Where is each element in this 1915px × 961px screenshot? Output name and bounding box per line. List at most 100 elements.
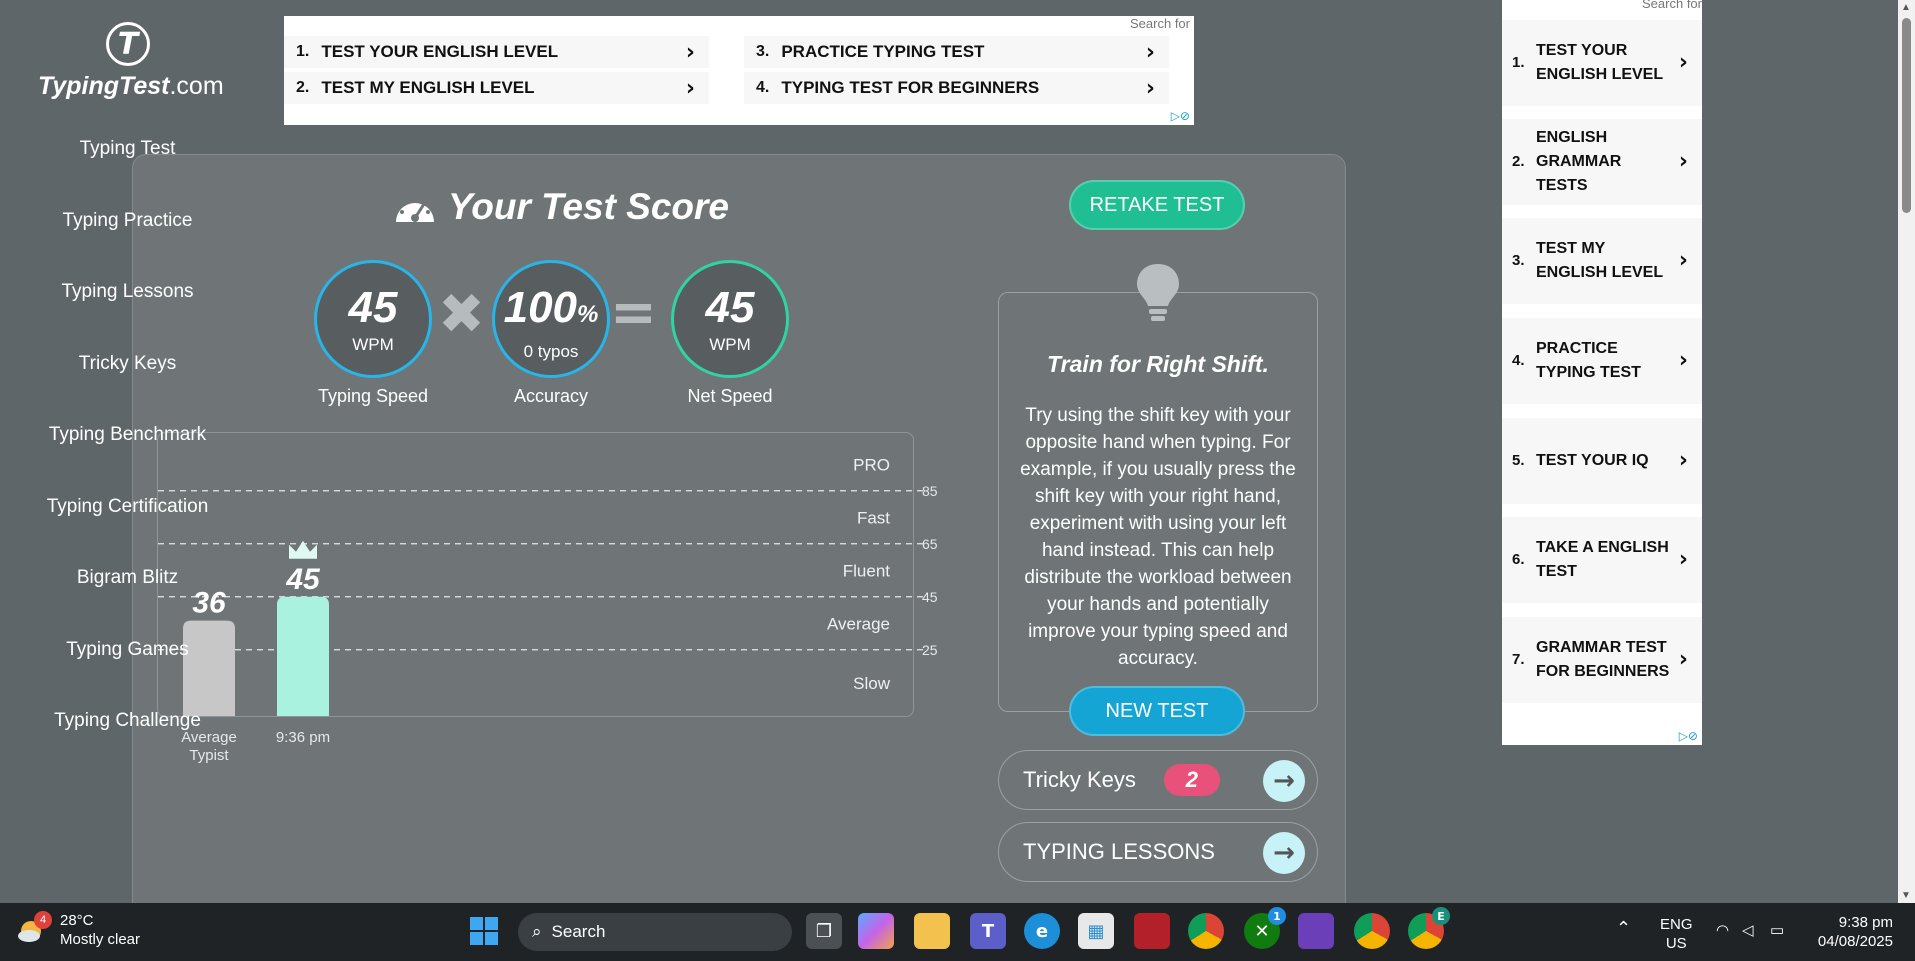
- sidebar-item-typing-certification[interactable]: Typing Certification: [0, 496, 255, 568]
- times-icon: ✖: [438, 282, 485, 347]
- logo-text: TypingTest.com: [38, 72, 224, 100]
- taskbar-search-input[interactable]: ⌕ Search: [518, 913, 792, 951]
- task-view-icon[interactable]: ❐: [806, 913, 842, 949]
- sidebar-item-tricky-keys[interactable]: Tricky Keys: [0, 353, 255, 425]
- sidebar-item-typing-lessons[interactable]: Typing Lessons: [0, 281, 255, 353]
- sidebar-item-typing-challenge[interactable]: Typing Challenge: [0, 710, 255, 782]
- new-test-button[interactable]: NEW TEST: [1069, 686, 1245, 736]
- ad-search-label: Search for: [1642, 0, 1702, 11]
- net-speed-label: Net Speed: [687, 386, 773, 406]
- tip-title: Train for Right Shift.: [1047, 351, 1269, 377]
- net-speed-unit: WPM: [709, 335, 751, 354]
- typing-speed-circle: 45 WPM: [314, 260, 432, 378]
- weather-desc: Mostly clear: [60, 931, 141, 948]
- chevron-up-icon[interactable]: ⌃: [1616, 919, 1631, 938]
- lightbulb-icon: [1137, 264, 1179, 321]
- xbox-notification-badge: 1: [1268, 907, 1286, 925]
- ad-link[interactable]: 4. PRACTICE TYPING TEST ›: [1502, 318, 1702, 404]
- chevron-right-icon: ›: [685, 75, 695, 101]
- taskbar-search-placeholder: Search: [551, 922, 606, 941]
- weather-temp: 28°C: [60, 912, 94, 929]
- ad-link[interactable]: 5. TEST YOUR IQ ›: [1502, 418, 1702, 504]
- search-icon: ⌕: [532, 922, 542, 941]
- weather-alert-badge: 4: [34, 911, 52, 929]
- chevron-right-icon: ›: [1678, 348, 1688, 373]
- typing-speed-label: Typing Speed: [317, 386, 429, 406]
- scroll-up-icon[interactable]: ▲: [1901, 2, 1911, 13]
- file-explorer-icon[interactable]: [914, 913, 950, 949]
- ad-link[interactable]: 2. TEST MY ENGLISH LEVEL ›: [284, 72, 709, 104]
- typing-lessons-label: TYPING LESSONS: [1023, 839, 1215, 864]
- chevron-right-icon: ›: [1678, 149, 1688, 174]
- weather-icon: 4: [16, 911, 52, 947]
- right-ad-banner: Search for 1. TEST YOUR ENGLISH LEVEL › 2.…: [1502, 0, 1702, 745]
- accuracy-unit: %: [577, 301, 599, 328]
- ad-search-label: Search for: [1130, 16, 1190, 31]
- app-icon[interactable]: [1298, 913, 1334, 949]
- sidebar-item-typing-test[interactable]: Typing Test: [0, 138, 255, 210]
- chrome-icon[interactable]: [1188, 913, 1224, 949]
- ad-link[interactable]: 6. TAKE A ENGLISH TEST ›: [1502, 517, 1702, 603]
- retake-test-button[interactable]: RETAKE TEST: [1069, 180, 1245, 230]
- ad-link[interactable]: 3. PRACTICE TYPING TEST ›: [744, 36, 1169, 68]
- sidebar-nav: Typing Test Typing Practice Typing Lesso…: [0, 138, 255, 782]
- store-icon[interactable]: ▦: [1078, 913, 1114, 949]
- arrow-right-icon[interactable]: →: [1263, 760, 1305, 802]
- chevron-right-icon: ›: [1678, 547, 1688, 572]
- wifi-icon[interactable]: ◠: [1716, 921, 1729, 940]
- ad-link[interactable]: 2. ENGLISH GRAMMAR TESTS ›: [1502, 119, 1702, 205]
- tricky-keys-count-badge: 2: [1163, 764, 1220, 796]
- arrow-right-icon[interactable]: →: [1263, 832, 1305, 874]
- teams-icon[interactable]: T: [970, 913, 1006, 949]
- chrome-icon[interactable]: [1354, 913, 1390, 949]
- windows-start-icon[interactable]: [466, 913, 502, 949]
- chevron-right-icon: ›: [1678, 647, 1688, 672]
- typing-speed-unit: WPM: [352, 335, 394, 354]
- logo-mark-icon: T: [106, 22, 150, 66]
- chevron-right-icon: ›: [685, 39, 695, 65]
- tip-text: Try using the shift key with your opposi…: [1020, 405, 1296, 669]
- typing-lessons-link[interactable]: TYPING LESSONS →: [998, 822, 1318, 882]
- net-speed-value: 45: [705, 283, 755, 332]
- site-logo[interactable]: T TypingTest.com: [38, 22, 224, 101]
- page-title: Your Test Score: [392, 186, 729, 228]
- language-indicator[interactable]: ENG US: [1660, 915, 1693, 953]
- speedometer-icon: [396, 196, 434, 222]
- ad-link[interactable]: 3. TEST MY ENGLISH LEVEL ›: [1502, 218, 1702, 304]
- chrome-profile-icon[interactable]: E: [1408, 907, 1450, 949]
- sidebar-item-bigram-blitz[interactable]: Bigram Blitz: [0, 567, 255, 639]
- battery-icon[interactable]: ▭: [1770, 921, 1784, 940]
- edge-icon[interactable]: e: [1024, 913, 1060, 949]
- ad-link[interactable]: 1. TEST YOUR ENGLISH LEVEL ›: [284, 36, 709, 68]
- weather-widget[interactable]: 4 28°C Mostly clear: [16, 911, 140, 949]
- volume-icon[interactable]: ◁: [1742, 921, 1754, 940]
- sidebar-item-typing-games[interactable]: Typing Games: [0, 639, 255, 711]
- tricky-keys-link[interactable]: Tricky Keys 2 →: [998, 750, 1318, 810]
- page-scrollbar[interactable]: ▲ ▼: [1898, 0, 1915, 903]
- clock[interactable]: 9:38 pm 04/08/2025: [1818, 913, 1893, 951]
- accuracy-value: 100: [503, 283, 578, 332]
- xbox-icon[interactable]: ✕ 1: [1244, 907, 1286, 949]
- ad-link[interactable]: 7. GRAMMAR TEST FOR BEGINNERS ›: [1502, 617, 1702, 703]
- scrollbar-thumb[interactable]: [1902, 18, 1911, 213]
- ad-choices-icon[interactable]: ▷⊘: [1679, 729, 1698, 743]
- chevron-right-icon: ›: [1678, 448, 1688, 473]
- app-icon[interactable]: [1134, 913, 1170, 949]
- sidebar-item-typing-benchmark[interactable]: Typing Benchmark: [0, 424, 255, 496]
- chevron-right-icon: ›: [1678, 248, 1688, 273]
- tricky-keys-label: Tricky Keys: [1023, 767, 1136, 792]
- ad-link[interactable]: 1. TEST YOUR ENGLISH LEVEL ›: [1502, 20, 1702, 106]
- speed-chart-frame: [157, 432, 914, 717]
- scroll-down-icon[interactable]: ▼: [1901, 890, 1911, 901]
- chrome-profile-badge: E: [1432, 907, 1450, 925]
- copilot-icon[interactable]: [858, 913, 894, 949]
- clock-date: 04/08/2025: [1817, 933, 1893, 950]
- tip-card: Train for Right Shift. Try using the shi…: [998, 292, 1318, 712]
- sidebar-item-typing-practice[interactable]: Typing Practice: [0, 210, 255, 282]
- ad-link[interactable]: 4. TYPING TEST FOR BEGINNERS ›: [744, 72, 1169, 104]
- chevron-right-icon: ›: [1145, 75, 1155, 101]
- ad-choices-icon[interactable]: ▷⊘: [1171, 109, 1190, 123]
- typing-speed-value: 45: [348, 283, 398, 332]
- clock-time: 9:38 pm: [1838, 914, 1893, 931]
- accuracy-circle: 100% 0 typos: [492, 260, 610, 378]
